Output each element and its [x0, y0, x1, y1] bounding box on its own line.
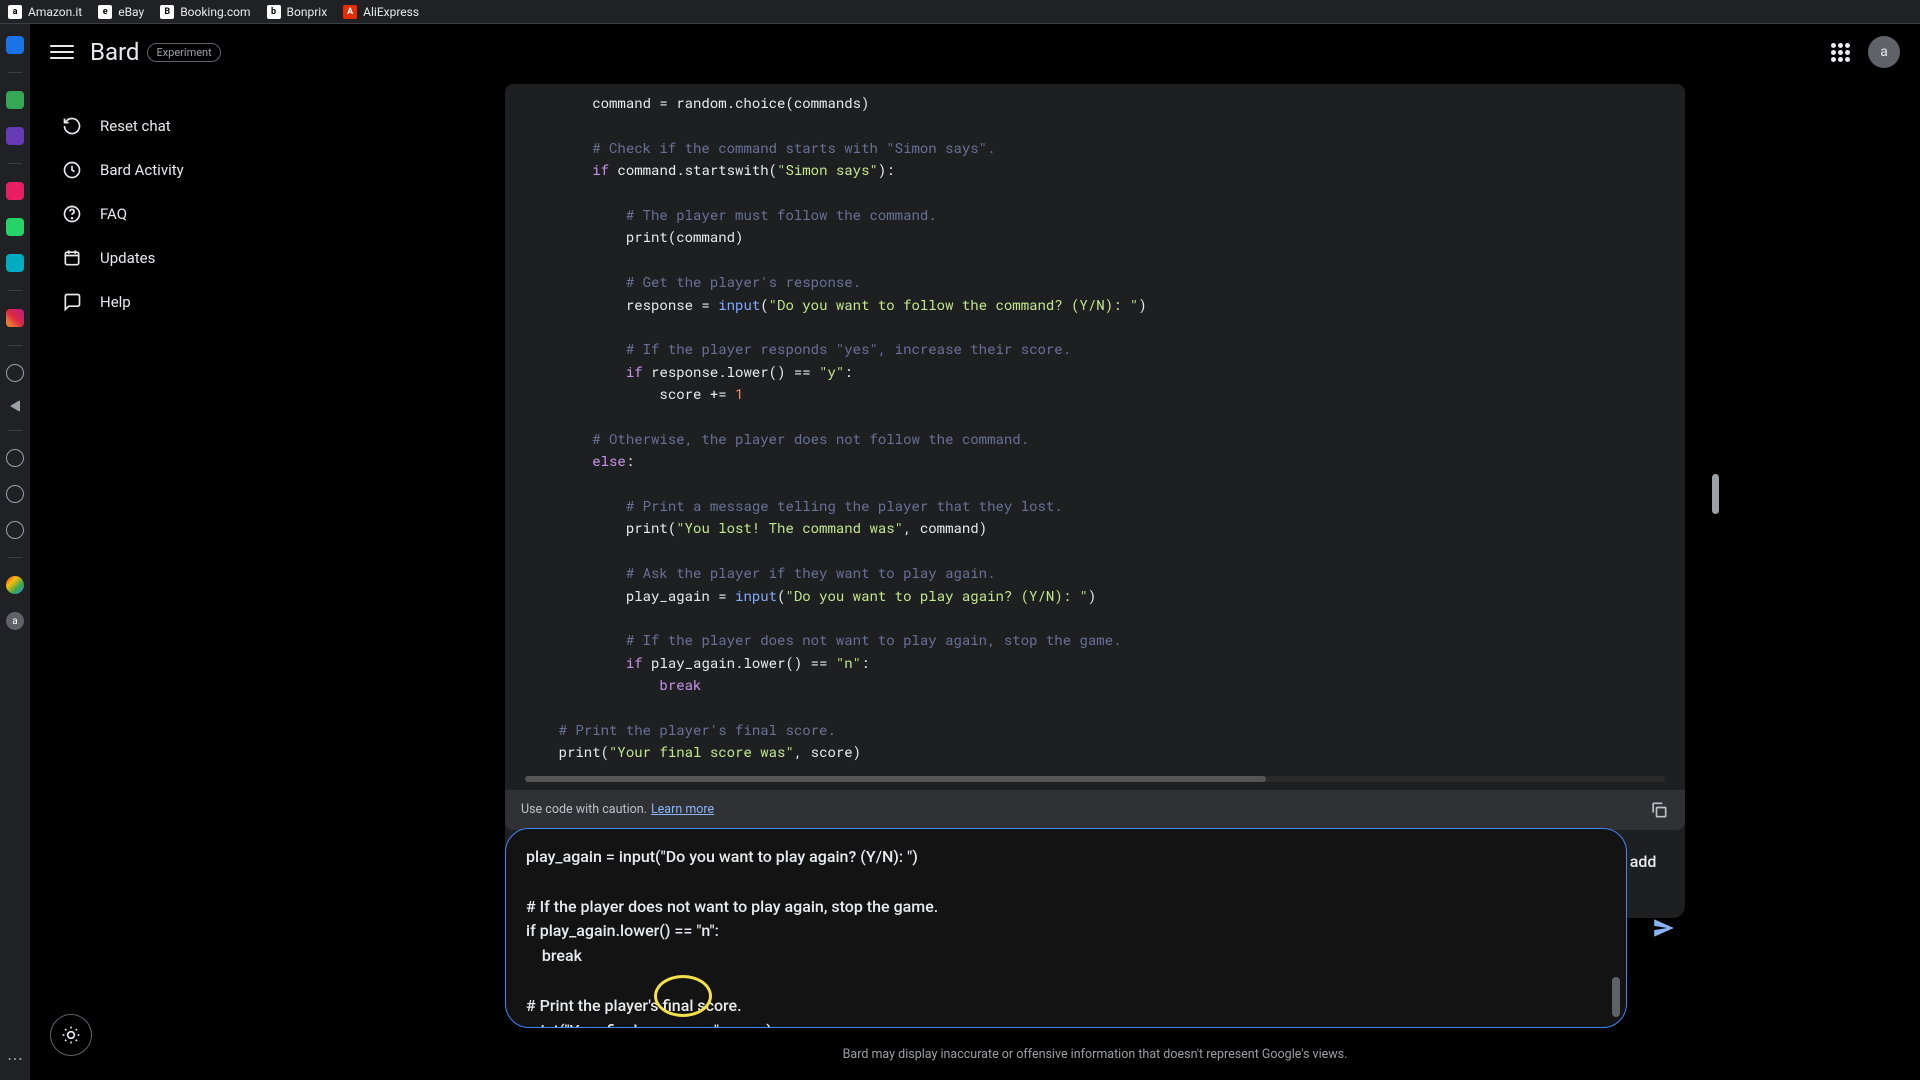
code-scrollbar[interactable] [525, 776, 1665, 782]
send-button[interactable] [1643, 907, 1685, 949]
help-icon [62, 292, 82, 312]
dock-more-icon[interactable]: ⋯ [7, 1049, 23, 1068]
site-icon: B [160, 5, 174, 19]
chat-area: command = random.choice(commands) # Chec… [310, 84, 1880, 1080]
sidebar-label: Bard Activity [100, 161, 184, 179]
dock-icon-app1[interactable] [6, 91, 24, 109]
disclaimer-text: Bard may display inaccurate or offensive… [310, 1047, 1880, 1062]
caution-text: Use code with caution. [521, 802, 647, 817]
code-footer: Use code with caution. Learn more [505, 790, 1685, 830]
input-row: play_again = input("Do you want to play … [505, 828, 1685, 1028]
bookmark-amazon[interactable]: a Amazon.it [8, 5, 82, 19]
site-icon: A [343, 5, 357, 19]
dock-icon-history[interactable] [6, 485, 24, 503]
dock-separator [8, 557, 22, 558]
bookmark-aliexpress[interactable]: A AliExpress [343, 5, 419, 19]
site-icon: a [8, 5, 22, 19]
send-icon [1651, 915, 1677, 941]
side-dock: a ⋯ [0, 24, 30, 1080]
apps-grid-icon[interactable] [1828, 40, 1852, 64]
menu-button[interactable] [50, 40, 74, 64]
dock-icon-play[interactable] [10, 400, 20, 412]
brand-name: Bard [90, 38, 139, 66]
copy-button[interactable] [1649, 800, 1669, 820]
sidebar-item-reset[interactable]: Reset chat [46, 104, 266, 148]
dock-icon-clock[interactable] [6, 364, 24, 382]
bookmark-ebay[interactable]: eeBay [98, 5, 144, 19]
sidebar: Reset chat Bard Activity FAQ Updates Hel… [46, 104, 266, 324]
theme-toggle-button[interactable] [50, 1014, 92, 1056]
learn-more-link[interactable]: Learn more [651, 802, 714, 817]
site-icon: e [98, 5, 112, 19]
sidebar-label: Reset chat [100, 117, 171, 135]
bookmark-label: eBay [118, 5, 144, 19]
site-icon: b [267, 5, 281, 19]
bookmark-label: AliExpress [363, 5, 419, 19]
prompt-input-text: play_again = input("Do you want to play … [526, 845, 1606, 1028]
dock-icon-app3[interactable] [6, 182, 24, 200]
dock-icon-whatsapp[interactable] [6, 218, 24, 236]
bookmark-bonprix[interactable]: b Bonprix [267, 5, 328, 19]
code-scrollbar-thumb[interactable] [525, 776, 1266, 782]
dock-icon-app4[interactable] [6, 254, 24, 272]
sidebar-item-faq[interactable]: FAQ [46, 192, 266, 236]
sidebar-label: Updates [100, 249, 155, 267]
sidebar-item-activity[interactable]: Bard Activity [46, 148, 266, 192]
code-block: command = random.choice(commands) # Chec… [505, 84, 1685, 830]
dock-separator [8, 345, 22, 346]
bookmark-label: Bonprix [287, 5, 328, 19]
faq-icon [62, 204, 82, 224]
bookmark-booking[interactable]: B Booking.com [160, 5, 250, 19]
page-scrollbar[interactable] [1712, 474, 1719, 514]
sun-icon [61, 1025, 81, 1045]
dock-icon-workspace[interactable] [6, 36, 24, 54]
dock-icon-avatar[interactable]: a [6, 612, 24, 630]
dock-separator [8, 430, 22, 431]
dock-icon-heart[interactable] [6, 449, 24, 467]
dock-icon-app2[interactable] [6, 127, 24, 145]
response-bubble: command = random.choice(commands) # Chec… [505, 84, 1685, 918]
sidebar-label: Help [100, 293, 131, 311]
reset-icon [62, 116, 82, 136]
dock-icon-sparkle[interactable] [6, 576, 24, 594]
experiment-badge: Experiment [147, 43, 220, 62]
bookmark-label: Amazon.it [28, 5, 82, 19]
prompt-input[interactable]: play_again = input("Do you want to play … [505, 828, 1627, 1028]
dock-icon-settings[interactable] [6, 521, 24, 539]
avatar[interactable]: a [1868, 36, 1900, 68]
code-content[interactable]: command = random.choice(commands) # Chec… [505, 84, 1685, 776]
dock-icon-instagram[interactable] [6, 309, 24, 327]
bookmark-bar: a Amazon.it eeBay B Booking.com b Bonprix A… [0, 0, 1920, 24]
input-scrollbar[interactable] [1612, 977, 1620, 1017]
bookmark-label: Booking.com [180, 5, 250, 19]
dock-separator [8, 163, 22, 164]
activity-icon [62, 160, 82, 180]
dock-separator [8, 290, 22, 291]
sidebar-item-help[interactable]: Help [46, 280, 266, 324]
app-header: Bard Experiment a [30, 24, 1920, 80]
dock-separator [8, 72, 22, 73]
sidebar-item-updates[interactable]: Updates [46, 236, 266, 280]
sidebar-label: FAQ [100, 205, 127, 223]
updates-icon [62, 248, 82, 268]
